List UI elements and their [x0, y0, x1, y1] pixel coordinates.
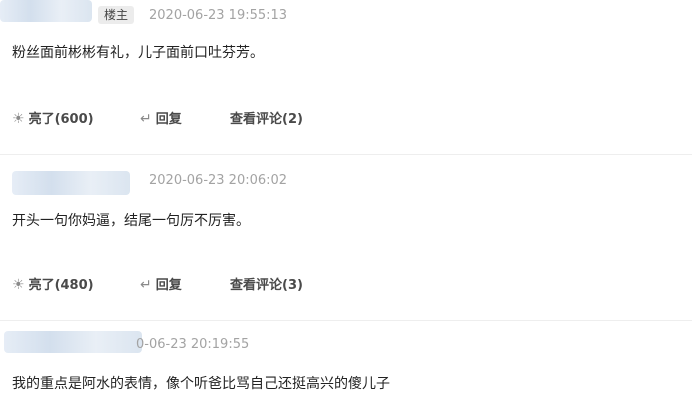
comment-item: 2020-06-23 20:06:02 开头一句你妈逼，结尾一句厉不厉害。 ☀ 亮… [0, 154, 692, 321]
comment-text: 开头一句你妈逼，结尾一句厉不厉害。 [12, 213, 250, 229]
comment-item: 0-06-23 20:19:55 我的重点是阿水的表情，像个听爸比骂自己还挺高兴… [0, 320, 692, 416]
like-label: 亮了(480) [28, 278, 94, 293]
lightbulb-icon: ☀ [12, 277, 25, 293]
reply-button[interactable]: ↵ 回复 [140, 274, 182, 293]
reply-button[interactable]: ↵ 回复 [140, 108, 182, 127]
comment-time: 0-06-23 20:19:55 [136, 337, 250, 352]
comment-time: 2020-06-23 20:06:02 [149, 173, 288, 188]
reply-label: 回复 [155, 278, 182, 293]
view-comments-link[interactable]: 查看评论(2) [230, 108, 303, 127]
view-comments-link[interactable]: 查看评论(3) [230, 274, 303, 293]
comment-text: 我的重点是阿水的表情，像个听爸比骂自己还挺高兴的傻儿子 [12, 376, 390, 392]
like-button[interactable]: ☀ 亮了(600) [12, 108, 94, 127]
reply-arrow-icon: ↵ [140, 111, 152, 127]
reply-arrow-icon: ↵ [140, 277, 152, 293]
author-name-blurred[interactable] [0, 0, 92, 22]
lightbulb-icon: ☀ [12, 111, 25, 127]
reply-label: 回复 [155, 112, 182, 127]
author-name-blurred[interactable] [12, 171, 130, 195]
comment-text: 粉丝面前彬彬有礼，儿子面前口吐芬芳。 [12, 45, 264, 61]
like-button[interactable]: ☀ 亮了(480) [12, 274, 94, 293]
like-label: 亮了(600) [28, 112, 94, 127]
comment-time: 2020-06-23 19:55:13 [149, 8, 288, 23]
comment-item: 楼主 2020-06-23 19:55:13 粉丝面前彬彬有礼，儿子面前口吐芬芳… [0, 0, 692, 154]
author-name-blurred[interactable] [4, 331, 142, 353]
owner-badge: 楼主 [98, 6, 135, 24]
